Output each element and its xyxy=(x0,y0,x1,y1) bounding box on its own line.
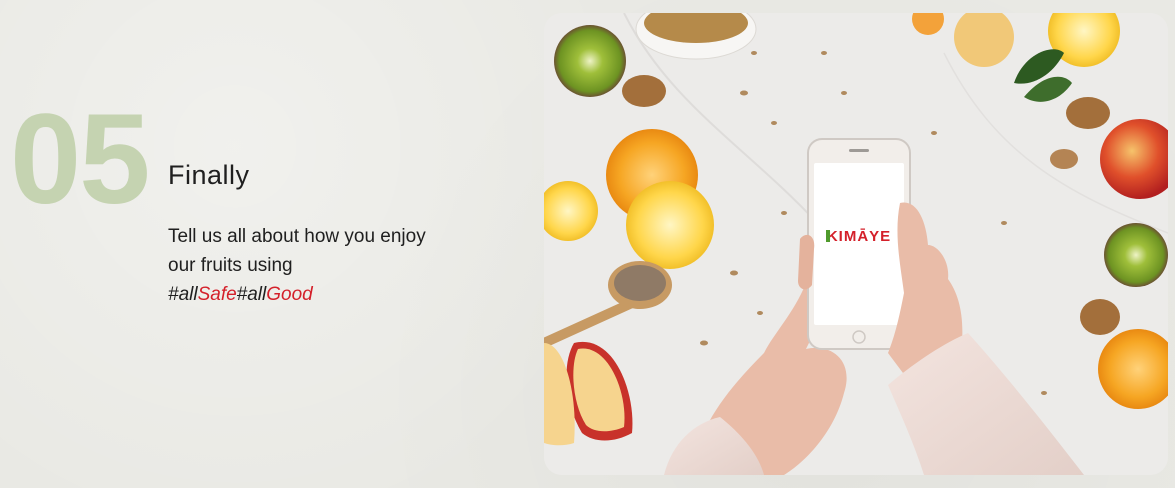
step-title: Finally xyxy=(168,160,250,190)
photo-illustration: KIMĀYE xyxy=(544,13,1168,475)
step-description: Tell us all about how you enjoy our frui… xyxy=(168,222,468,309)
step-number: 05 xyxy=(10,88,150,231)
hashtag-part-all-1: #all xyxy=(168,284,198,305)
step-description-line-1: Tell us all about how you enjoy xyxy=(168,226,426,247)
step-description-line-2: our fruits using xyxy=(168,255,293,276)
hashtag-part-all-2: #all xyxy=(236,284,267,305)
phone-logo-text: KIMĀYE xyxy=(827,228,891,245)
hashtag: #allSafe#allGood xyxy=(168,280,468,309)
hero-photo: KIMĀYE xyxy=(544,13,1168,475)
hashtag-part-safe: Safe xyxy=(197,284,237,305)
hashtag-part-good: Good xyxy=(266,284,313,305)
phone-logo-leaf-icon xyxy=(826,230,830,242)
